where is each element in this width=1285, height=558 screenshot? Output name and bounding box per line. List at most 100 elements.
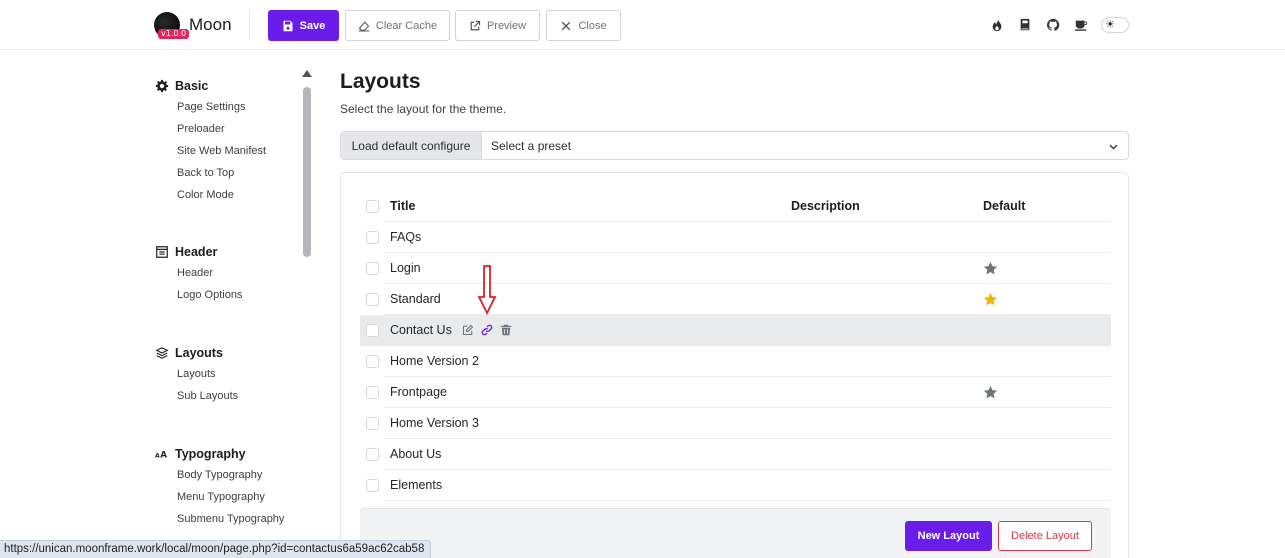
scroll-up-arrow-icon[interactable] (302, 70, 312, 77)
page-title: Layouts (340, 70, 421, 93)
chevron-down-icon (1109, 144, 1118, 150)
sidebar-item-site-web-manifest[interactable]: Site Web Manifest (155, 140, 305, 162)
sidebar-scrollbar[interactable] (302, 70, 312, 270)
row-title[interactable]: Login (390, 261, 421, 275)
sidebar-group-title[interactable]: Layouts (155, 343, 305, 363)
sidebar-item-color-mode[interactable]: Color Mode (155, 184, 305, 206)
table-row[interactable]: Login (360, 253, 1111, 284)
sidebar-item-preloader[interactable]: Preloader (155, 118, 305, 140)
sidebar-group-typography: AA Typography Body Typography Menu Typog… (155, 444, 305, 530)
star-icon[interactable] (983, 261, 998, 276)
clear-cache-button[interactable]: Clear Cache (345, 10, 450, 41)
trash-icon[interactable] (500, 324, 512, 336)
coffee-icon[interactable] (1072, 16, 1089, 33)
sidebar-item-menu-typography[interactable]: Menu Typography (155, 486, 305, 508)
edit-icon[interactable] (462, 324, 474, 336)
column-header-description: Description (791, 199, 860, 213)
eraser-icon (358, 21, 370, 31)
book-icon[interactable] (1016, 16, 1033, 33)
sidebar-item-body-typography[interactable]: Body Typography (155, 464, 305, 486)
fire-icon[interactable] (988, 16, 1005, 33)
row-title[interactable]: About Us (390, 447, 441, 461)
row-checkbox[interactable] (366, 293, 379, 306)
status-bar-url: https://unican.moonframe.work/local/moon… (0, 540, 432, 558)
row-checkbox[interactable] (366, 448, 379, 461)
row-checkbox[interactable] (366, 355, 379, 368)
github-icon[interactable] (1044, 16, 1061, 33)
typography-icon: AA (155, 451, 167, 461)
sidebar-group-label: Header (175, 245, 218, 259)
save-icon (283, 20, 293, 31)
row-checkbox[interactable] (366, 262, 379, 275)
divider (249, 10, 250, 40)
star-filled-icon[interactable] (983, 292, 998, 307)
sidebar-item-logo-options[interactable]: Logo Options (155, 284, 305, 306)
select-all-checkbox[interactable] (366, 200, 379, 213)
sidebar-group-header: Header Header Logo Options (155, 242, 305, 306)
table-row[interactable]: Home Version 3 (360, 408, 1111, 439)
app-logo[interactable]: v1.0.0 Moon (154, 12, 232, 39)
table-row[interactable]: Elements (360, 470, 1111, 501)
sidebar-group-title[interactable]: AA Typography (155, 444, 305, 464)
table-row[interactable]: Standard (360, 284, 1111, 315)
preset-dropdown[interactable]: Select a preset (482, 132, 1128, 159)
preview-label: Preview (486, 19, 527, 32)
row-title[interactable]: Home Version 3 (390, 416, 479, 430)
sidebar-item-sub-layouts[interactable]: Sub Layouts (155, 385, 305, 407)
sidebar-group-title[interactable]: Header (155, 242, 305, 262)
clear-cache-label: Clear Cache (375, 19, 438, 32)
row-checkbox[interactable] (366, 231, 379, 244)
column-header-title: Title (390, 199, 416, 213)
sidebar-group-layouts: Layouts Layouts Sub Layouts (155, 343, 305, 407)
row-title[interactable]: Contact Us (390, 323, 452, 337)
table-header-row: Title Description Default (360, 191, 1111, 222)
theme-toggle[interactable]: ☀ (1101, 16, 1129, 33)
table-row[interactable]: About Us (360, 439, 1111, 470)
gear-icon (155, 79, 169, 93)
row-title[interactable]: Home Version 2 (390, 354, 479, 368)
table-row[interactable]: Home Version 2 (360, 346, 1111, 377)
link-icon[interactable] (481, 324, 493, 336)
table-row[interactable]: Frontpage (360, 377, 1111, 408)
card-footer: New Layout Delete Layout (360, 508, 1111, 558)
page-subtitle: Select the layout for the theme. (340, 102, 507, 116)
sidebar-item-page-settings[interactable]: Page Settings (155, 96, 305, 118)
sun-icon: ☀ (1105, 18, 1115, 31)
header-icon (156, 246, 168, 258)
table-row[interactable]: FAQs (360, 222, 1111, 253)
row-checkbox[interactable] (366, 479, 379, 492)
table-row-hovered[interactable]: Contact Us (360, 315, 1111, 346)
save-button[interactable]: Save (268, 10, 339, 41)
row-title[interactable]: FAQs (390, 230, 421, 244)
scroll-thumb[interactable] (303, 87, 311, 257)
row-checkbox[interactable] (366, 324, 379, 337)
top-bar: v1.0.0 Moon Save Clear Cache Preview Clo… (0, 0, 1285, 50)
row-title[interactable]: Standard (390, 292, 441, 306)
preview-button[interactable]: Preview (455, 10, 540, 41)
star-icon[interactable] (983, 385, 998, 400)
sidebar-group-label: Typography (175, 447, 246, 461)
row-checkbox[interactable] (366, 417, 379, 430)
row-title[interactable]: Elements (390, 478, 442, 492)
delete-layout-button[interactable]: Delete Layout (998, 521, 1092, 551)
preset-label: Load default configure (341, 132, 482, 159)
app-name: Moon (189, 15, 232, 34)
sidebar-group-basic: Basic Page Settings Preloader Site Web M… (155, 76, 305, 206)
sidebar-item-header[interactable]: Header (155, 262, 305, 284)
sidebar-item-submenu-typography[interactable]: Submenu Typography (155, 508, 305, 530)
new-layout-button[interactable]: New Layout (905, 521, 992, 551)
layers-icon (155, 347, 169, 359)
row-title[interactable]: Frontpage (390, 385, 447, 399)
row-checkbox[interactable] (366, 386, 379, 399)
sidebar-group-title[interactable]: Basic (155, 76, 305, 96)
sidebar-item-back-to-top[interactable]: Back to Top (155, 162, 305, 184)
svg-text:A: A (155, 453, 160, 460)
version-badge: v1.0.0 (158, 29, 190, 39)
save-label: Save (299, 19, 326, 32)
preset-selector: Load default configure Select a preset (340, 131, 1129, 160)
column-header-default: Default (983, 199, 1026, 213)
close-button[interactable]: Close (546, 10, 621, 41)
row-actions (462, 324, 512, 336)
sidebar-item-layouts[interactable]: Layouts (155, 363, 305, 385)
preset-selected-value: Select a preset (491, 138, 572, 153)
